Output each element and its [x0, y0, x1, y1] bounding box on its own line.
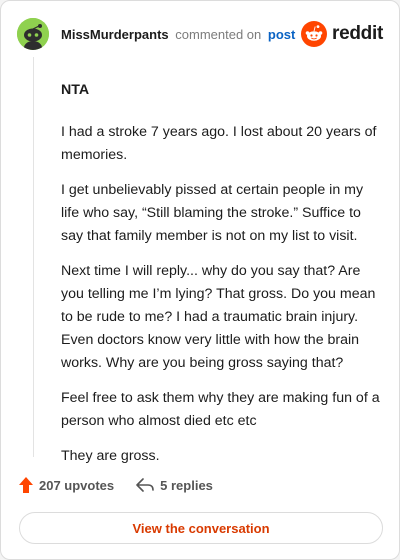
comment-paragraph: Next time I will reply... why do you say… [61, 263, 376, 371]
comment-paragraph: I get unbelievably pissed at certain peo… [61, 182, 364, 244]
header-text: MissMurderpants commented on post [61, 27, 295, 42]
reddit-logo-text: reddit [332, 23, 383, 44]
replies-button[interactable]: 5 replies [136, 478, 213, 493]
comment-paragraph: They are gross. [61, 448, 160, 464]
comment-header: MissMurderpants commented on post reddit [17, 17, 383, 51]
thread-line[interactable] [33, 57, 34, 457]
commented-on-text: commented on [175, 26, 262, 42]
comment-card: MissMurderpants commented on post reddit… [0, 0, 400, 560]
snoo-avatar-icon [17, 18, 49, 50]
user-avatar[interactable] [17, 18, 49, 50]
upvote-button[interactable]: 207 upvotes [19, 477, 114, 493]
reply-arrow-icon [136, 478, 154, 492]
replies-count: 5 replies [160, 477, 213, 493]
comment-paragraph: I had a stroke 7 years ago. I lost about… [61, 124, 377, 163]
reddit-logo-icon [301, 21, 328, 47]
view-conversation-button[interactable]: View the conversation [19, 512, 383, 544]
reddit-logo[interactable]: reddit [301, 21, 383, 47]
comment-title: NTA [61, 82, 90, 98]
comment-footer: 207 upvotes 5 replies [19, 477, 235, 493]
username-link[interactable]: MissMurderpants [61, 27, 169, 42]
comment-body: NTA I had a stroke 7 years ago. I lost a… [61, 79, 381, 480]
comment-paragraph: Feel free to ask them why they are makin… [61, 390, 380, 429]
upvotes-count: 207 upvotes [39, 477, 115, 493]
upvote-arrow-icon [19, 477, 33, 493]
post-link[interactable]: post [268, 27, 295, 42]
